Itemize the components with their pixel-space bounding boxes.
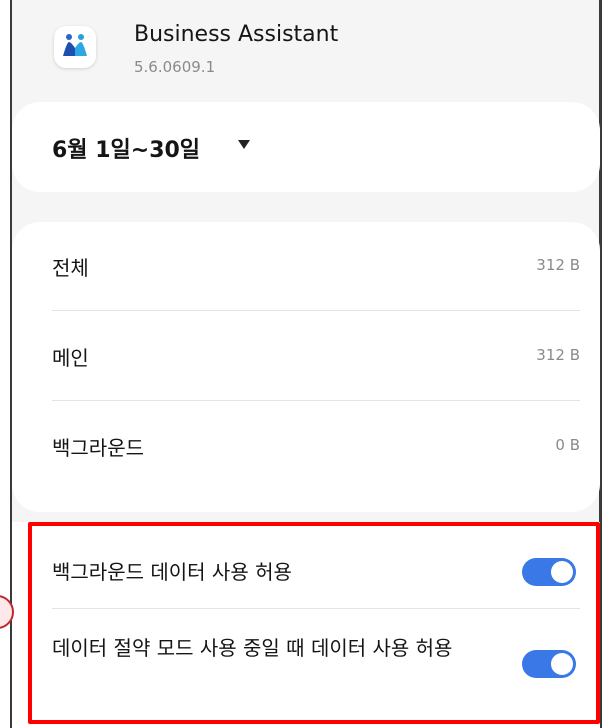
usage-row-main: 메인 312 B xyxy=(52,312,580,402)
date-range-card: 6월 1일~30일 xyxy=(12,102,600,192)
usage-row-value: 312 B xyxy=(536,256,580,274)
divider xyxy=(52,400,580,401)
date-range-selector[interactable]: 6월 1일~30일 xyxy=(52,132,200,164)
business-assistant-app-icon xyxy=(54,26,96,68)
highlight-box xyxy=(28,522,600,724)
usage-row-label: 백그라운드 xyxy=(52,436,144,460)
usage-row-value: 0 B xyxy=(555,436,580,454)
usage-row-total: 전체 312 B xyxy=(52,222,580,312)
usage-row-background: 백그라운드 0 B xyxy=(52,402,580,492)
data-usage-card: 전체 312 B 메인 312 B 백그라운드 0 B xyxy=(12,222,600,512)
usage-row-label: 전체 xyxy=(52,256,89,280)
app-version: 5.6.0609.1 xyxy=(134,58,216,76)
app-name: Business Assistant xyxy=(134,22,339,47)
dropdown-arrow-icon[interactable] xyxy=(238,140,250,149)
divider xyxy=(52,310,580,311)
usage-row-value: 312 B xyxy=(536,346,580,364)
usage-row-label: 메인 xyxy=(52,346,89,370)
